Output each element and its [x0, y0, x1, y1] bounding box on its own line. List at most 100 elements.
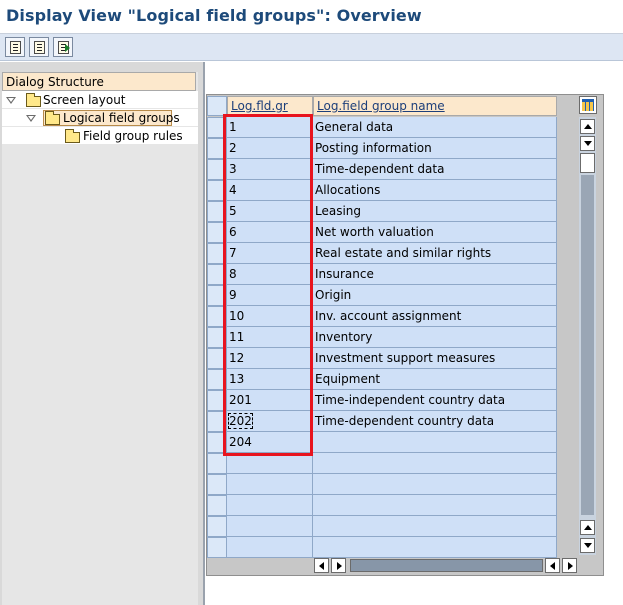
row-selector[interactable] [207, 264, 227, 285]
table-row [227, 495, 557, 516]
cell-log-field-group-name[interactable] [313, 453, 557, 474]
focused-cell-text: 202 [228, 413, 253, 429]
row-selector[interactable] [207, 222, 227, 243]
cell-log-fld-gr[interactable]: 3 [227, 159, 313, 180]
vertical-scrollbar[interactable] [579, 117, 596, 555]
tree-item-screen-layout[interactable]: Screen layout [43, 93, 126, 107]
tree-item-field-group-rules[interactable]: Field group rules [83, 129, 183, 143]
row-selector[interactable] [207, 495, 227, 516]
cell-log-fld-gr[interactable]: 1 [227, 117, 313, 138]
cell-log-fld-gr[interactable]: 4 [227, 180, 313, 201]
cell-log-fld-gr[interactable] [227, 453, 313, 474]
table-row: 9 Origin [227, 285, 557, 306]
row-selector[interactable] [207, 159, 227, 180]
details-icon [10, 41, 21, 54]
cell-log-field-group-name[interactable]: Time-dependent country data [313, 411, 557, 432]
details-button[interactable] [5, 37, 25, 57]
row-selector[interactable] [207, 411, 227, 432]
row-selector[interactable] [207, 117, 227, 138]
cell-log-fld-gr[interactable]: 11 [227, 327, 313, 348]
cell-log-fld-gr[interactable]: 202 [227, 411, 313, 432]
expand-triangle-icon[interactable] [26, 115, 36, 122]
table-row: 3 Time-dependent data [227, 159, 557, 180]
cell-log-field-group-name[interactable]: Allocations [313, 180, 557, 201]
cell-log-fld-gr[interactable]: 9 [227, 285, 313, 306]
cell-log-field-group-name[interactable]: Posting information [313, 138, 557, 159]
row-selector[interactable] [207, 537, 227, 558]
row-selector[interactable] [207, 285, 227, 306]
row-selector[interactable] [207, 327, 227, 348]
column-header-log-fld-gr[interactable]: Log.fld.gr [227, 96, 313, 116]
cell-log-field-group-name[interactable]: Insurance [313, 264, 557, 285]
cell-log-fld-gr[interactable]: 201 [227, 390, 313, 411]
row-selector[interactable] [207, 369, 227, 390]
cell-log-field-group-name[interactable] [313, 474, 557, 495]
table-settings-icon [582, 99, 594, 111]
column-header-log-field-group-name[interactable]: Log.field group name [313, 96, 557, 116]
cell-log-field-group-name[interactable]: Real estate and similar rights [313, 243, 557, 264]
row-selector[interactable] [207, 390, 227, 411]
scroll-up-button[interactable] [580, 119, 595, 134]
scroll-left-button[interactable] [314, 558, 329, 573]
cell-log-field-group-name[interactable]: Origin [313, 285, 557, 306]
row-selector[interactable] [207, 474, 227, 495]
vertical-scroll-track[interactable] [581, 175, 594, 515]
cell-log-field-group-name[interactable] [313, 432, 557, 453]
cell-log-field-group-name[interactable]: Inventory [313, 327, 557, 348]
select-all-cell[interactable] [207, 96, 227, 116]
cell-log-fld-gr[interactable] [227, 495, 313, 516]
cell-log-field-group-name[interactable]: Inv. account assignment [313, 306, 557, 327]
table-row [227, 453, 557, 474]
scroll-left-step-button[interactable] [545, 558, 560, 573]
cell-log-field-group-name[interactable]: Investment support measures [313, 348, 557, 369]
cell-log-field-group-name[interactable] [313, 495, 557, 516]
row-selector[interactable] [207, 516, 227, 537]
scroll-down-button[interactable] [580, 538, 595, 553]
cell-log-field-group-name[interactable]: Time-independent country data [313, 390, 557, 411]
scroll-right-button[interactable] [562, 558, 577, 573]
cell-log-field-group-name[interactable]: Equipment [313, 369, 557, 390]
row-selector[interactable] [207, 138, 227, 159]
row-selector[interactable] [207, 432, 227, 453]
cell-log-field-group-name[interactable]: General data [313, 117, 557, 138]
open-folder-icon [45, 111, 60, 125]
table-settings-button[interactable] [579, 96, 597, 114]
table-row [227, 474, 557, 495]
vertical-scroll-thumb[interactable] [580, 153, 595, 173]
scroll-right-step-button[interactable] [331, 558, 346, 573]
dialog-structure-header: Dialog Structure [2, 72, 196, 91]
cell-log-fld-gr[interactable]: 6 [227, 222, 313, 243]
cell-log-fld-gr[interactable] [227, 537, 313, 558]
next-entry-button[interactable] [53, 37, 73, 57]
row-selector[interactable] [207, 201, 227, 222]
cell-log-fld-gr[interactable]: 8 [227, 264, 313, 285]
table-row: 12 Investment support measures [227, 348, 557, 369]
cell-log-field-group-name[interactable]: Time-dependent data [313, 159, 557, 180]
cell-log-field-group-name[interactable]: Net worth valuation [313, 222, 557, 243]
scroll-page-down-button[interactable] [580, 136, 595, 151]
cell-log-fld-gr[interactable]: 10 [227, 306, 313, 327]
cell-log-fld-gr[interactable]: 204 [227, 432, 313, 453]
row-selector[interactable] [207, 453, 227, 474]
cell-log-field-group-name[interactable] [313, 537, 557, 558]
expand-triangle-icon[interactable] [6, 97, 16, 104]
cell-log-field-group-name[interactable]: Leasing [313, 201, 557, 222]
horizontal-scroll-thumb[interactable] [350, 559, 543, 572]
cell-log-field-group-name[interactable] [313, 516, 557, 537]
cell-log-fld-gr[interactable]: 2 [227, 138, 313, 159]
row-selector[interactable] [207, 306, 227, 327]
scroll-left-icon [550, 562, 555, 570]
cell-log-fld-gr[interactable]: 5 [227, 201, 313, 222]
horizontal-scrollbar[interactable] [314, 558, 578, 573]
row-selector[interactable] [207, 180, 227, 201]
cell-log-fld-gr[interactable]: 13 [227, 369, 313, 390]
tree-item-logical-field-groups[interactable]: Logical field groups [63, 111, 180, 125]
cell-log-fld-gr[interactable] [227, 474, 313, 495]
cell-log-fld-gr[interactable] [227, 516, 313, 537]
previous-entry-button[interactable] [29, 37, 49, 57]
row-selector[interactable] [207, 348, 227, 369]
scroll-page-up-button[interactable] [580, 520, 595, 535]
row-selector[interactable] [207, 243, 227, 264]
cell-log-fld-gr[interactable]: 12 [227, 348, 313, 369]
cell-log-fld-gr[interactable]: 7 [227, 243, 313, 264]
